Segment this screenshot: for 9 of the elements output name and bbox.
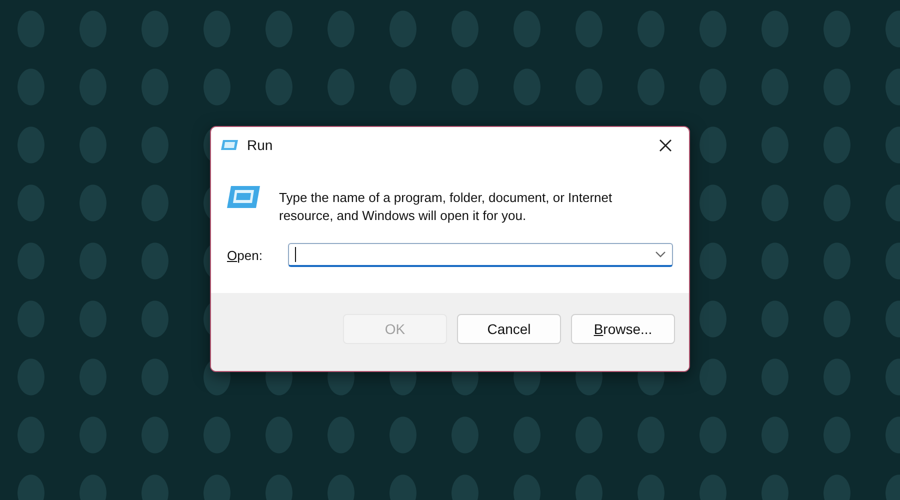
open-field[interactable] [288, 243, 673, 267]
dialog-button[interactable]: Cancel [457, 314, 561, 344]
run-app-icon [221, 139, 239, 151]
window-title: Run [247, 137, 274, 153]
dialog-button[interactable]: Browse... [571, 314, 675, 344]
run-app-icon [227, 185, 261, 209]
close-icon [658, 138, 672, 152]
open-label: Open: [227, 248, 264, 262]
instruction-text: Type the name of a program, folder, document, or Internet resource, and Windows will open it for you. [279, 189, 614, 225]
